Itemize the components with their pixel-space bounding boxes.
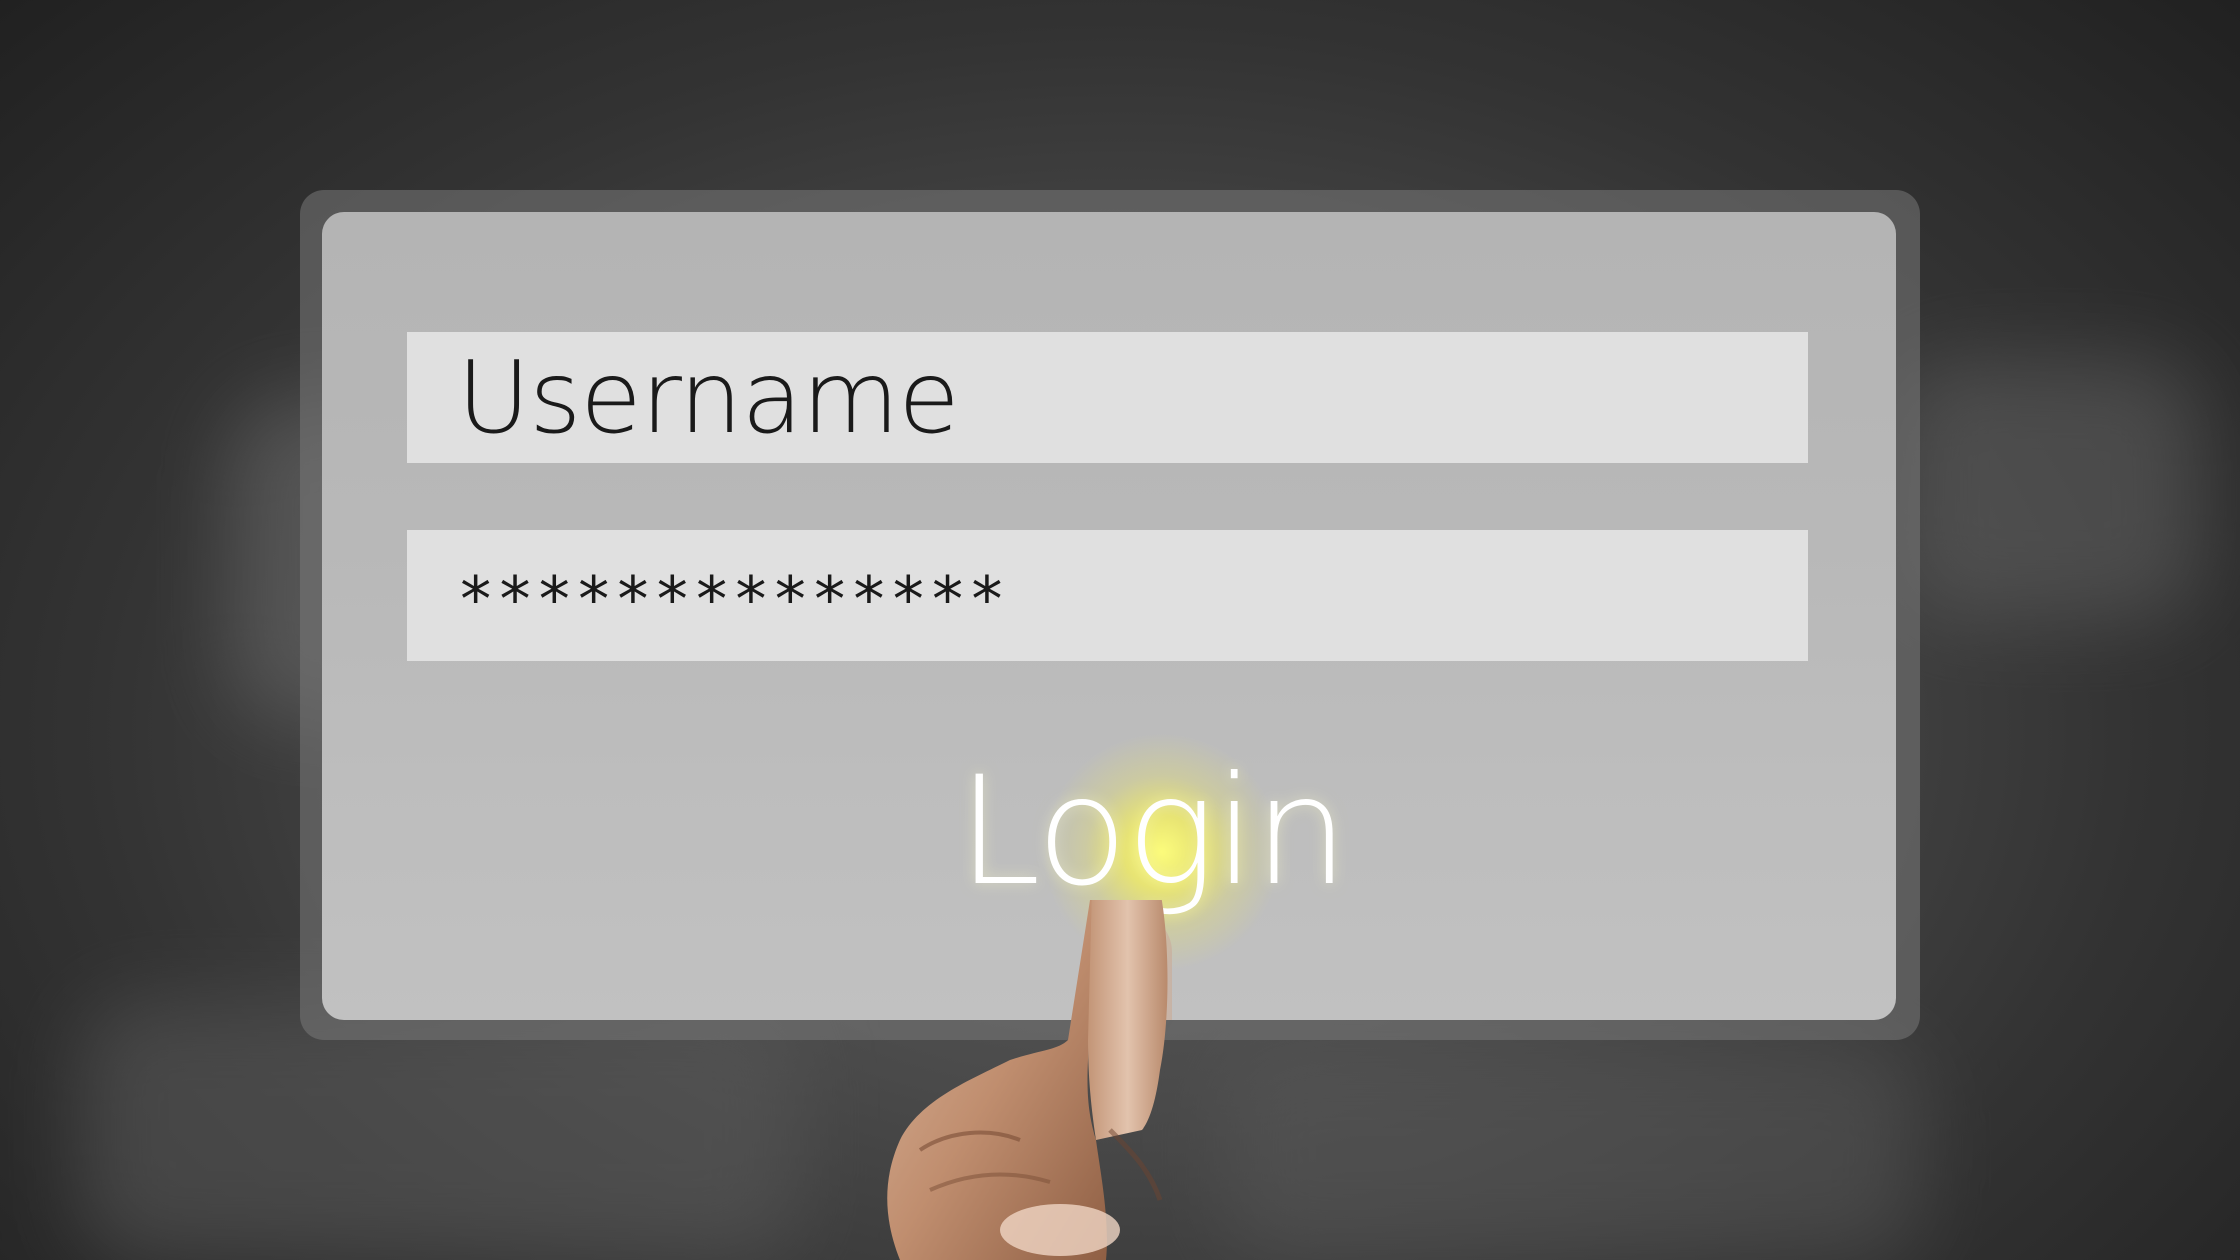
background-blur <box>1220 1040 1920 1260</box>
background-blur <box>1900 360 2200 620</box>
login-panel: Username ************** Login <box>322 212 1896 1020</box>
password-field[interactable]: ************** <box>407 530 1808 661</box>
pointing-hand <box>887 900 1168 1260</box>
username-field[interactable]: Username <box>407 332 1808 463</box>
